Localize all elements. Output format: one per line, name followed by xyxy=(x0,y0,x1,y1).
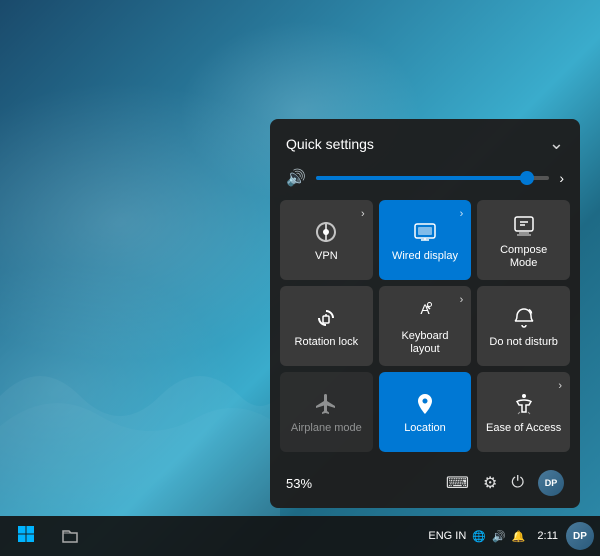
do-not-disturb-label: Do not disturb xyxy=(489,336,557,349)
file-explorer-icon xyxy=(61,527,79,545)
ease-of-access-label: Ease of Access xyxy=(486,422,561,435)
settings-footer-icon[interactable]: ⚙ xyxy=(483,473,497,493)
qs-btn-keyboard-layout[interactable]: › A Keyboard layout xyxy=(379,286,472,366)
taskbar-left xyxy=(6,516,90,556)
user-avatar-footer[interactable]: DP xyxy=(538,470,564,496)
vpn-label: VPN xyxy=(315,250,338,263)
taskbar-avatar[interactable]: DP xyxy=(566,522,594,550)
compose-mode-icon xyxy=(512,214,536,238)
qs-title: Quick settings xyxy=(286,136,374,152)
taskbar: ENG IN 🌐 🔊 🔔 2:11 DP xyxy=(0,516,600,556)
file-explorer-button[interactable] xyxy=(50,516,90,556)
avatar-initials: DP xyxy=(573,531,587,542)
quick-settings-panel: Quick settings ⌄ 🔊 › › VPN › xyxy=(270,119,580,508)
wired-display-icon xyxy=(413,220,437,244)
qs-btn-location[interactable]: Location xyxy=(379,372,472,452)
qs-footer-icons: ⌨ ⚙ ⏻ DP xyxy=(446,470,564,496)
qs-collapse-button[interactable]: ⌄ xyxy=(549,133,564,154)
rotation-lock-icon xyxy=(314,306,338,330)
vpn-arrow: › xyxy=(361,208,365,220)
location-label: Location xyxy=(404,422,446,435)
ease-of-access-icon xyxy=(512,392,536,416)
vpn-icon xyxy=(314,220,338,244)
battery-percentage: 53% xyxy=(286,476,312,491)
taskbar-notification-icon: 🔔 xyxy=(512,530,526,543)
wired-display-label: Wired display xyxy=(392,250,458,263)
location-icon xyxy=(413,392,437,416)
taskbar-language: ENG IN xyxy=(428,530,466,542)
qs-volume-row: 🔊 › xyxy=(270,164,580,200)
power-footer-icon[interactable]: ⏻ xyxy=(511,474,524,492)
wave-decoration xyxy=(0,316,280,516)
compose-mode-label: Compose Mode xyxy=(485,244,562,270)
volume-slider[interactable] xyxy=(316,176,549,180)
airplane-mode-label: Airplane mode xyxy=(291,422,362,435)
taskbar-time-display: 2:11 xyxy=(537,529,558,543)
wired-display-arrow: › xyxy=(460,208,464,220)
qs-btn-vpn[interactable]: › VPN xyxy=(280,200,373,280)
qs-btn-ease-of-access[interactable]: › Ease of Access xyxy=(477,372,570,452)
qs-footer: 53% ⌨ ⚙ ⏻ DP xyxy=(270,462,580,508)
taskbar-clock[interactable]: 2:11 xyxy=(531,529,564,543)
volume-icon: 🔊 xyxy=(286,168,306,188)
volume-fill xyxy=(316,176,526,180)
volume-expand-button[interactable]: › xyxy=(559,170,564,186)
qs-grid: › VPN › Wired display Compose xyxy=(270,200,580,462)
taskbar-volume-icon: 🔊 xyxy=(492,530,506,543)
airplane-mode-icon xyxy=(314,392,338,416)
windows-logo-icon xyxy=(18,526,34,547)
qs-btn-wired-display[interactable]: › Wired display xyxy=(379,200,472,280)
do-not-disturb-icon xyxy=(512,306,536,330)
ease-of-access-arrow: › xyxy=(558,380,562,392)
qs-header: Quick settings ⌄ xyxy=(270,119,580,164)
keyboard-layout-label: Keyboard layout xyxy=(387,330,464,356)
qs-btn-compose-mode[interactable]: Compose Mode xyxy=(477,200,570,280)
keyboard-layout-arrow: › xyxy=(460,294,464,306)
svg-text:A: A xyxy=(420,301,430,317)
qs-btn-do-not-disturb[interactable]: Do not disturb xyxy=(477,286,570,366)
qs-btn-rotation-lock[interactable]: Rotation lock xyxy=(280,286,373,366)
rotation-lock-label: Rotation lock xyxy=(295,336,359,349)
volume-thumb xyxy=(520,171,534,185)
keyboard-layout-icon: A xyxy=(413,300,437,324)
keyboard-footer-icon[interactable]: ⌨ xyxy=(446,473,469,493)
start-button[interactable] xyxy=(6,516,46,556)
taskbar-network-icon: 🌐 xyxy=(472,530,486,543)
qs-btn-airplane-mode[interactable]: Airplane mode xyxy=(280,372,373,452)
taskbar-right: ENG IN 🌐 🔊 🔔 2:11 DP xyxy=(428,522,594,550)
